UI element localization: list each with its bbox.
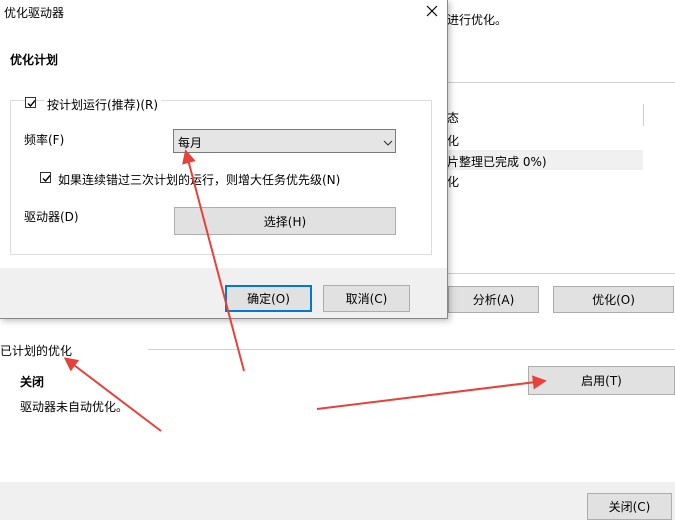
- cancel-button[interactable]: 取消(C): [323, 285, 410, 312]
- schedule-state: 关闭: [20, 375, 45, 389]
- divider: [447, 273, 675, 274]
- enable-button[interactable]: 启用(T): [528, 366, 675, 395]
- analyze-button[interactable]: 分析(A): [448, 286, 539, 313]
- dialog-footer: 确定(O) 取消(C): [0, 268, 447, 318]
- column-divider: [643, 104, 644, 126]
- run-on-schedule-label: 按计划运行(推荐)(R): [44, 96, 162, 113]
- frequency-value: 每月: [178, 136, 203, 150]
- list-item[interactable]: 化: [447, 131, 675, 149]
- drive-status-list[interactable]: 态 化 片整理已完成 0%) 化: [447, 104, 675, 272]
- dialog-title: 优化驱动器: [4, 6, 65, 20]
- check-icon: [27, 100, 36, 108]
- frequency-select[interactable]: 每月: [173, 129, 396, 153]
- scheduled-optimization-title: 已计划的优化: [0, 344, 73, 358]
- close-button[interactable]: 关闭(C): [587, 493, 672, 520]
- status-header: 态: [447, 111, 460, 125]
- optimize-schedule-dialog: 优化驱动器 优化计划 按计划运行(推荐)(R) 频率(F) 每月 如果连续错过三…: [0, 0, 448, 319]
- list-item[interactable]: 化: [447, 172, 675, 190]
- bottom-bar: [0, 482, 675, 520]
- divider: [447, 82, 675, 83]
- close-icon[interactable]: [425, 4, 439, 18]
- increase-priority-label: 如果连续错过三次计划的运行，则增大任务优先级(N): [58, 173, 341, 187]
- chevron-down-icon: [383, 140, 393, 146]
- check-icon: [42, 175, 51, 183]
- list-item-selected[interactable]: 片整理已完成 0%): [447, 150, 643, 170]
- run-on-schedule-checkbox[interactable]: [25, 97, 36, 108]
- section-divider: [148, 349, 675, 350]
- drives-label: 驱动器(D): [24, 210, 79, 224]
- ok-button[interactable]: 确定(O): [225, 285, 312, 312]
- description-text: 进行优化。: [447, 13, 508, 27]
- frequency-label: 频率(F): [24, 133, 65, 147]
- choose-drives-button[interactable]: 选择(H): [174, 207, 396, 235]
- schedule-description: 驱动器未自动优化。: [20, 400, 129, 414]
- increase-priority-checkbox[interactable]: [40, 172, 51, 183]
- section-title: 优化计划: [10, 53, 59, 67]
- optimize-button[interactable]: 优化(O): [553, 286, 674, 313]
